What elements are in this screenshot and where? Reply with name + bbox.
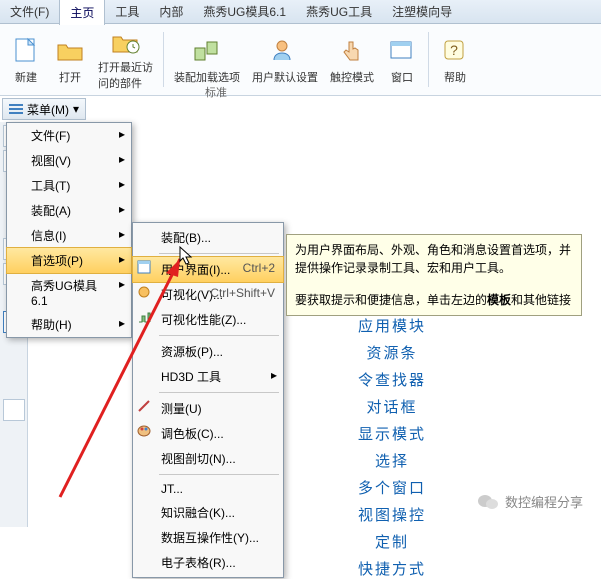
palette-button[interactable] <box>3 399 25 421</box>
menu2-vis-perf[interactable]: 可视化性能(Z)... <box>133 307 283 332</box>
link-app-module[interactable]: 应用模块 <box>358 315 426 336</box>
menu-icon <box>9 103 23 115</box>
link-selection[interactable]: 选择 <box>358 450 426 471</box>
palette-icon <box>137 424 153 440</box>
tab-home[interactable]: 主页 <box>59 0 105 25</box>
menu2-palette[interactable]: 调色板(C)... <box>133 421 283 446</box>
ui-icon <box>137 260 153 276</box>
menu1-file[interactable]: 文件(F)▸ <box>7 123 131 148</box>
link-display-mode[interactable]: 显示模式 <box>358 423 426 444</box>
tab-internal[interactable]: 内部 <box>149 0 193 24</box>
tab-bar: 文件(F) 主页 工具 内部 燕秀UG模具6.1 燕秀UG工具 注塑模向导 <box>0 0 601 24</box>
measure-icon <box>137 399 153 415</box>
ribbon-assembly-button[interactable]: 装配加载选项 <box>168 26 246 93</box>
new-icon <box>10 35 42 67</box>
menu2-visualization[interactable]: 可视化(V)...Ctrl+Shift+V <box>133 282 283 307</box>
tooltip: 为用户界面布局、外观、角色和消息设置首选项，并提供操作记录录制工具、宏和用户工具… <box>286 234 582 316</box>
menu-trigger[interactable]: 菜单(M) ▾ <box>2 98 86 120</box>
ribbon-userdefault-button[interactable]: 用户默认设置 <box>246 26 324 93</box>
menu2-measure[interactable]: 测量(U) <box>133 396 283 421</box>
ribbon-new-button[interactable]: 新建 <box>4 26 48 93</box>
performance-icon <box>137 310 153 326</box>
user-default-icon <box>269 35 301 67</box>
menu-separator <box>159 335 279 336</box>
tab-file[interactable]: 文件(F) <box>0 0 59 24</box>
help-icon: ? <box>439 35 471 67</box>
tab-yanxiu-mold[interactable]: 燕秀UG模具6.1 <box>193 0 296 24</box>
ribbon-help-button[interactable]: ? 帮助 <box>433 26 477 93</box>
arrow-right-icon: ▸ <box>119 202 125 216</box>
link-multi-window[interactable]: 多个窗口 <box>358 477 426 498</box>
menu1-tools[interactable]: 工具(T)▸ <box>7 173 131 198</box>
menu1-assembly[interactable]: 装配(A)▸ <box>7 198 131 223</box>
recent-icon <box>110 28 142 57</box>
ribbon-touch-button[interactable]: 触控模式 <box>324 26 380 93</box>
tab-yanxiu-tools[interactable]: 燕秀UG工具 <box>296 0 382 24</box>
menu2-jt[interactable]: JT... <box>133 478 283 500</box>
arrow-right-icon: ▸ <box>119 252 125 266</box>
arrow-right-icon: ▸ <box>119 277 125 291</box>
menu2-assembly[interactable]: 装配(B)... <box>133 225 283 250</box>
visualization-icon <box>137 285 153 301</box>
touch-icon <box>336 35 368 67</box>
menu2-user-interface[interactable]: 用户界面(I)...Ctrl+2 <box>132 256 284 283</box>
wechat-icon <box>477 493 499 511</box>
menu2-knowledge[interactable]: 知识融合(K)... <box>133 500 283 525</box>
ribbon-group-label: 标准 <box>205 84 227 100</box>
menu1-preferences[interactable]: 首选项(P)▸ <box>6 247 132 274</box>
menu1-help[interactable]: 帮助(H)▸ <box>7 312 131 337</box>
menu1-info[interactable]: 信息(I)▸ <box>7 223 131 248</box>
arrow-right-icon: ▸ <box>119 227 125 241</box>
menu2-resource-bar[interactable]: 资源板(P)... <box>133 339 283 364</box>
ribbon-separator <box>428 32 429 87</box>
tab-tools[interactable]: 工具 <box>105 0 149 24</box>
menu2-interop[interactable]: 数据互操作性(Y)... <box>133 525 283 550</box>
ribbon: 新建 打开 打开最近访 问的部件 装配加载选项 用户默认设置 触控模式 窗口 ?… <box>0 24 601 96</box>
watermark: 数控编程分享 <box>477 492 583 511</box>
link-view-manip[interactable]: 视图操控 <box>358 504 426 525</box>
arrow-right-icon: ▸ <box>119 316 125 330</box>
workspace: 文件(F)▸ 视图(V)▸ 工具(T)▸ 装配(A)▸ 信息(I)▸ 首选项(P… <box>0 122 601 527</box>
window-icon <box>386 35 418 67</box>
menu-level1: 文件(F)▸ 视图(V)▸ 工具(T)▸ 装配(A)▸ 信息(I)▸ 首选项(P… <box>6 122 132 338</box>
ribbon-separator <box>163 32 164 87</box>
menu2-spreadsheet[interactable]: 电子表格(R)... <box>133 550 283 575</box>
open-icon <box>54 35 86 67</box>
chevron-down-icon: ▾ <box>73 102 79 116</box>
links-column: 部件 应用模块 资源条 令查找器 对话框 显示模式 选择 多个窗口 视图操控 定… <box>358 288 426 579</box>
arrow-right-icon: ▸ <box>119 152 125 166</box>
link-shortcuts[interactable]: 快捷方式 <box>358 558 426 579</box>
menu1-yanxiu[interactable]: 高秀UG模具6.1▸ <box>7 273 131 312</box>
arrow-right-icon: ▸ <box>119 177 125 191</box>
tooltip-hint: 要获取提示和便捷信息，单击左边的模板和其他链接 <box>295 291 573 309</box>
link-dialog[interactable]: 对话框 <box>358 396 426 417</box>
menu1-view[interactable]: 视图(V)▸ <box>7 148 131 173</box>
svg-text:?: ? <box>450 42 458 58</box>
menu-separator <box>159 392 279 393</box>
ribbon-recent-button[interactable]: 打开最近访 问的部件 <box>92 26 159 93</box>
link-cmd-finder[interactable]: 令查找器 <box>358 369 426 390</box>
assembly-icon <box>191 35 223 67</box>
menu2-hd3d[interactable]: HD3D 工具▸ <box>133 364 283 389</box>
link-resource-bar[interactable]: 资源条 <box>358 342 426 363</box>
arrow-right-icon: ▸ <box>119 127 125 141</box>
menu2-sectioning[interactable]: 视图剖切(N)... <box>133 446 283 471</box>
tooltip-body: 为用户界面布局、外观、角色和消息设置首选项，并提供操作记录录制工具、宏和用户工具… <box>295 241 573 277</box>
menu-separator <box>159 253 279 254</box>
ribbon-open-button[interactable]: 打开 <box>48 26 92 93</box>
tab-mold-wizard[interactable]: 注塑模向导 <box>382 0 462 24</box>
arrow-right-icon: ▸ <box>271 368 277 382</box>
cursor-icon <box>179 246 193 266</box>
ribbon-window-button[interactable]: 窗口 <box>380 26 424 93</box>
link-customize[interactable]: 定制 <box>358 531 426 552</box>
menu-separator <box>159 474 279 475</box>
